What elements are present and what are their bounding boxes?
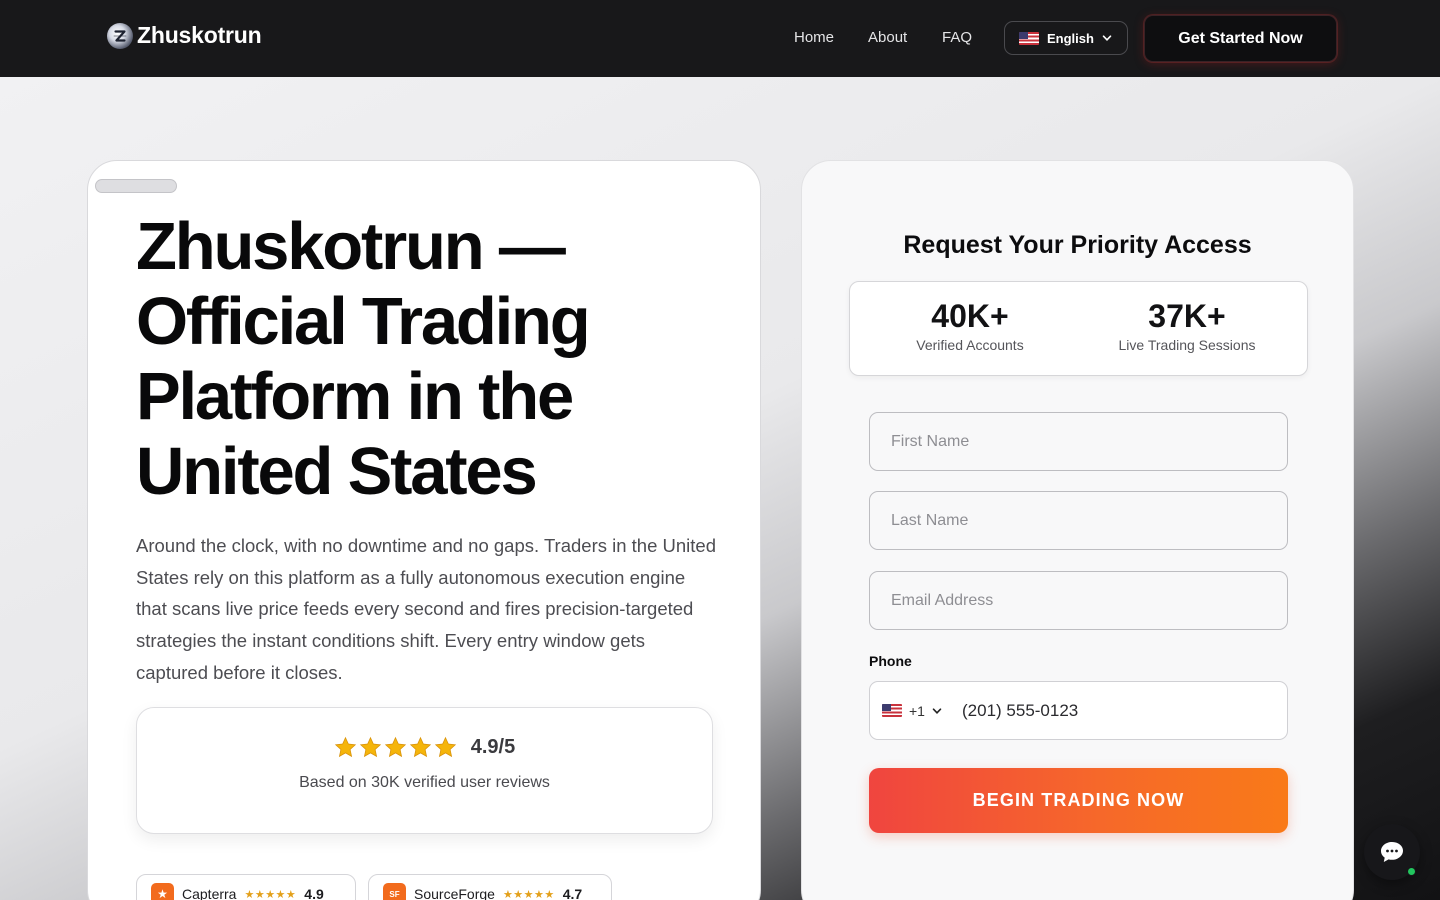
brand-name: Zhuskotrun <box>137 22 262 48</box>
last-name-input[interactable] <box>869 491 1288 550</box>
badge-name: Capterra <box>182 886 237 900</box>
decorative-pill <box>95 179 177 193</box>
chevron-down-icon <box>1102 35 1112 41</box>
badge-score: 4.7 <box>562 886 583 900</box>
hero-description: Around the clock, with no downtime and n… <box>136 535 717 683</box>
stat-verified-accounts: 40K+ Verified Accounts <box>870 298 1070 353</box>
badge-name: SourceForge <box>414 886 495 900</box>
rating-card: 4.9/5 Based on 30K verified user reviews <box>136 707 713 834</box>
chevron-down-icon <box>932 707 942 714</box>
chat-bubble-icon <box>1381 842 1403 862</box>
brand-logo[interactable]: Zhuskotrun <box>107 22 262 49</box>
star-icon <box>434 736 456 758</box>
nav-link-about[interactable]: About <box>868 29 907 46</box>
stat-value: 40K+ <box>931 298 1009 334</box>
star-icon <box>409 736 431 758</box>
nav-link-home[interactable]: Home <box>794 29 834 46</box>
hero-title: Zhuskotrun — Official Trading Platform i… <box>136 209 591 509</box>
language-label: English <box>1047 30 1094 46</box>
capterra-icon: ★ <box>151 882 174 900</box>
badge-stars-icon: ★★★★★ <box>502 888 555 900</box>
hero-card: Zhuskotrun — Official Trading Platform i… <box>87 160 761 900</box>
star-icon <box>334 736 356 758</box>
z-coin-logo-icon <box>107 22 133 49</box>
get-started-button[interactable]: Get Started Now <box>1144 15 1337 62</box>
nav-link-faq[interactable]: FAQ <box>942 29 972 46</box>
stat-live-sessions: 37K+ Live Trading Sessions <box>1087 298 1287 353</box>
signup-form-card: Request Your Priority Access 40K+ Verifi… <box>801 160 1354 900</box>
sourceforge-icon: SF <box>383 882 406 900</box>
rating-score: 4.9/5 <box>470 736 516 758</box>
form-title: Request Your Priority Access <box>903 231 1252 259</box>
badge-score: 4.9 <box>304 886 324 900</box>
stat-value: 37K+ <box>1148 298 1226 334</box>
email-input[interactable] <box>869 571 1288 630</box>
language-selector[interactable]: English <box>1004 21 1128 55</box>
star-icon <box>384 736 406 758</box>
stat-label: Verified Accounts <box>916 337 1024 353</box>
phone-input[interactable] <box>962 682 1287 739</box>
us-flag-icon <box>1019 31 1039 45</box>
first-name-input[interactable] <box>869 412 1288 471</box>
stats-panel: 40K+ Verified Accounts 37K+ Live Trading… <box>849 281 1308 376</box>
online-status-indicator <box>1407 867 1416 876</box>
star-icon <box>359 736 381 758</box>
phone-field: +1 <box>869 681 1288 740</box>
badge-stars-icon: ★★★★★ <box>244 888 297 900</box>
phone-label: Phone <box>869 653 912 669</box>
rating-reviews-text: Based on 30K verified user reviews <box>299 774 550 791</box>
sourceforge-badge[interactable]: SF SourceForge ★★★★★ 4.7 <box>368 874 612 900</box>
stat-label: Live Trading Sessions <box>1118 337 1256 353</box>
us-flag-icon <box>882 704 902 717</box>
top-navbar: Zhuskotrun Home About FAQ English Get St… <box>0 0 1440 77</box>
capterra-badge[interactable]: ★ Capterra ★★★★★ 4.9 <box>136 874 356 900</box>
country-code: +1 <box>909 702 925 719</box>
rating-stars <box>334 736 457 759</box>
country-code-selector[interactable]: +1 <box>870 703 962 719</box>
begin-trading-button[interactable]: BEGIN TRADING NOW <box>869 768 1288 833</box>
